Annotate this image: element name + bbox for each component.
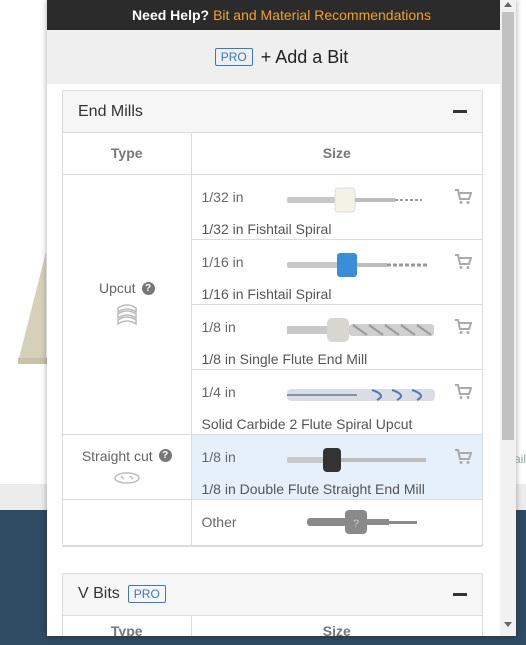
bit-name: 1/8 in Single Flute End Mill — [201, 350, 368, 367]
scrollbar[interactable] — [500, 0, 516, 636]
bit-size: 1/32 in — [201, 188, 244, 205]
cart-icon[interactable] — [454, 253, 472, 270]
add-bit-label: + Add a Bit — [260, 46, 349, 67]
other-bit-row[interactable]: Other ? — [190, 498, 482, 546]
straight-cut-icon — [114, 471, 140, 484]
end-mills-section: End Mills Type Size Upcut ? 1/32 in 1/32… — [62, 90, 483, 547]
bit-image — [286, 447, 426, 472]
bit-row[interactable]: 1/4 in Solid Carbide 2 Flute Spiral Upcu… — [191, 368, 482, 435]
bit-size: 1/16 in — [201, 253, 244, 270]
background-illustration — [18, 252, 46, 362]
type-label-straight-cut: Straight cut — [81, 447, 153, 464]
type-label-upcut: Upcut — [98, 280, 136, 296]
help-bar: Need Help? Bit and Material Recommendati… — [47, 0, 516, 30]
cart-icon[interactable] — [454, 318, 472, 335]
v-bits-table: Type Size — [63, 615, 482, 636]
bit-sections: End Mills Type Size Upcut ? 1/32 in 1/32… — [62, 90, 483, 636]
v-bits-section: V Bits PRO Type Size — [62, 572, 483, 636]
bit-image — [286, 317, 434, 342]
add-bit-button[interactable]: PRO + Add a Bit — [47, 30, 516, 84]
type-cell-straight-cut: Straight cut ? — [63, 433, 192, 500]
type-column-header: Type — [63, 133, 192, 175]
size-column-header: Size — [190, 615, 482, 636]
v-bits-title: V Bits — [78, 585, 120, 602]
collapse-icon[interactable] — [453, 110, 467, 113]
cart-icon[interactable] — [454, 448, 472, 465]
help-icon[interactable]: ? — [141, 281, 155, 295]
size-column-header: Size — [190, 133, 482, 175]
scroll-up-arrow-icon[interactable] — [504, 2, 512, 7]
end-mills-table: Type Size Upcut ? 1/32 in 1/32 in Fishta… — [63, 133, 482, 546]
bit-size: 1/8 in — [201, 318, 236, 335]
bit-image — [286, 252, 427, 277]
other-label: Other — [201, 513, 237, 530]
upcut-icon — [117, 304, 137, 326]
pro-badge: PRO — [214, 48, 253, 66]
bit-row[interactable]: 1/8 in 1/8 in Single Flute End Mill — [191, 303, 482, 370]
scrollbar-thumb[interactable] — [502, 12, 514, 440]
unknown-bit-mark: ? — [352, 518, 358, 530]
v-bits-header[interactable]: V Bits PRO — [63, 573, 482, 616]
bit-image — [286, 187, 422, 212]
other-type-cell — [63, 498, 192, 546]
end-mills-header[interactable]: End Mills — [63, 91, 482, 133]
bit-row-selected[interactable]: 1/8 in 1/8 in Double Flute Straight End … — [190, 433, 482, 500]
bit-size: 1/8 in — [201, 448, 236, 465]
cart-icon[interactable] — [454, 188, 472, 205]
bit-row[interactable]: 1/32 in 1/32 in Fishtail Spiral — [190, 173, 482, 240]
bit-name: 1/32 in Fishtail Spiral — [201, 220, 332, 237]
help-icon[interactable]: ? — [158, 449, 172, 462]
bit-name: Solid Carbide 2 Flute Spiral Upcut — [201, 415, 413, 432]
bit-size: 1/4 in — [201, 383, 236, 400]
background-illustration-base — [18, 358, 50, 364]
scroll-down-arrow-icon[interactable] — [504, 622, 512, 627]
generic-bit-image: ? — [306, 509, 417, 534]
type-cell-upcut: Upcut ? — [63, 173, 192, 435]
bit-name: 1/8 in Double Flute Straight End Mill — [201, 480, 425, 497]
bit-name: 1/16 in Fishtail Spiral — [201, 285, 332, 302]
pro-badge: PRO — [127, 585, 166, 603]
bit-library-panel: Need Help? Bit and Material Recommendati… — [47, 0, 516, 636]
end-mills-title: End Mills — [78, 102, 143, 120]
type-column-header: Type — [63, 615, 192, 636]
bit-row[interactable]: 1/16 in 1/16 in Fishtail Spiral — [191, 238, 482, 305]
bit-image — [286, 388, 435, 401]
recommendations-link[interactable]: Bit and Material Recommendations — [213, 7, 431, 23]
cart-icon[interactable] — [454, 383, 472, 400]
help-prefix: Need Help? — [132, 7, 210, 23]
collapse-icon[interactable] — [453, 592, 467, 596]
